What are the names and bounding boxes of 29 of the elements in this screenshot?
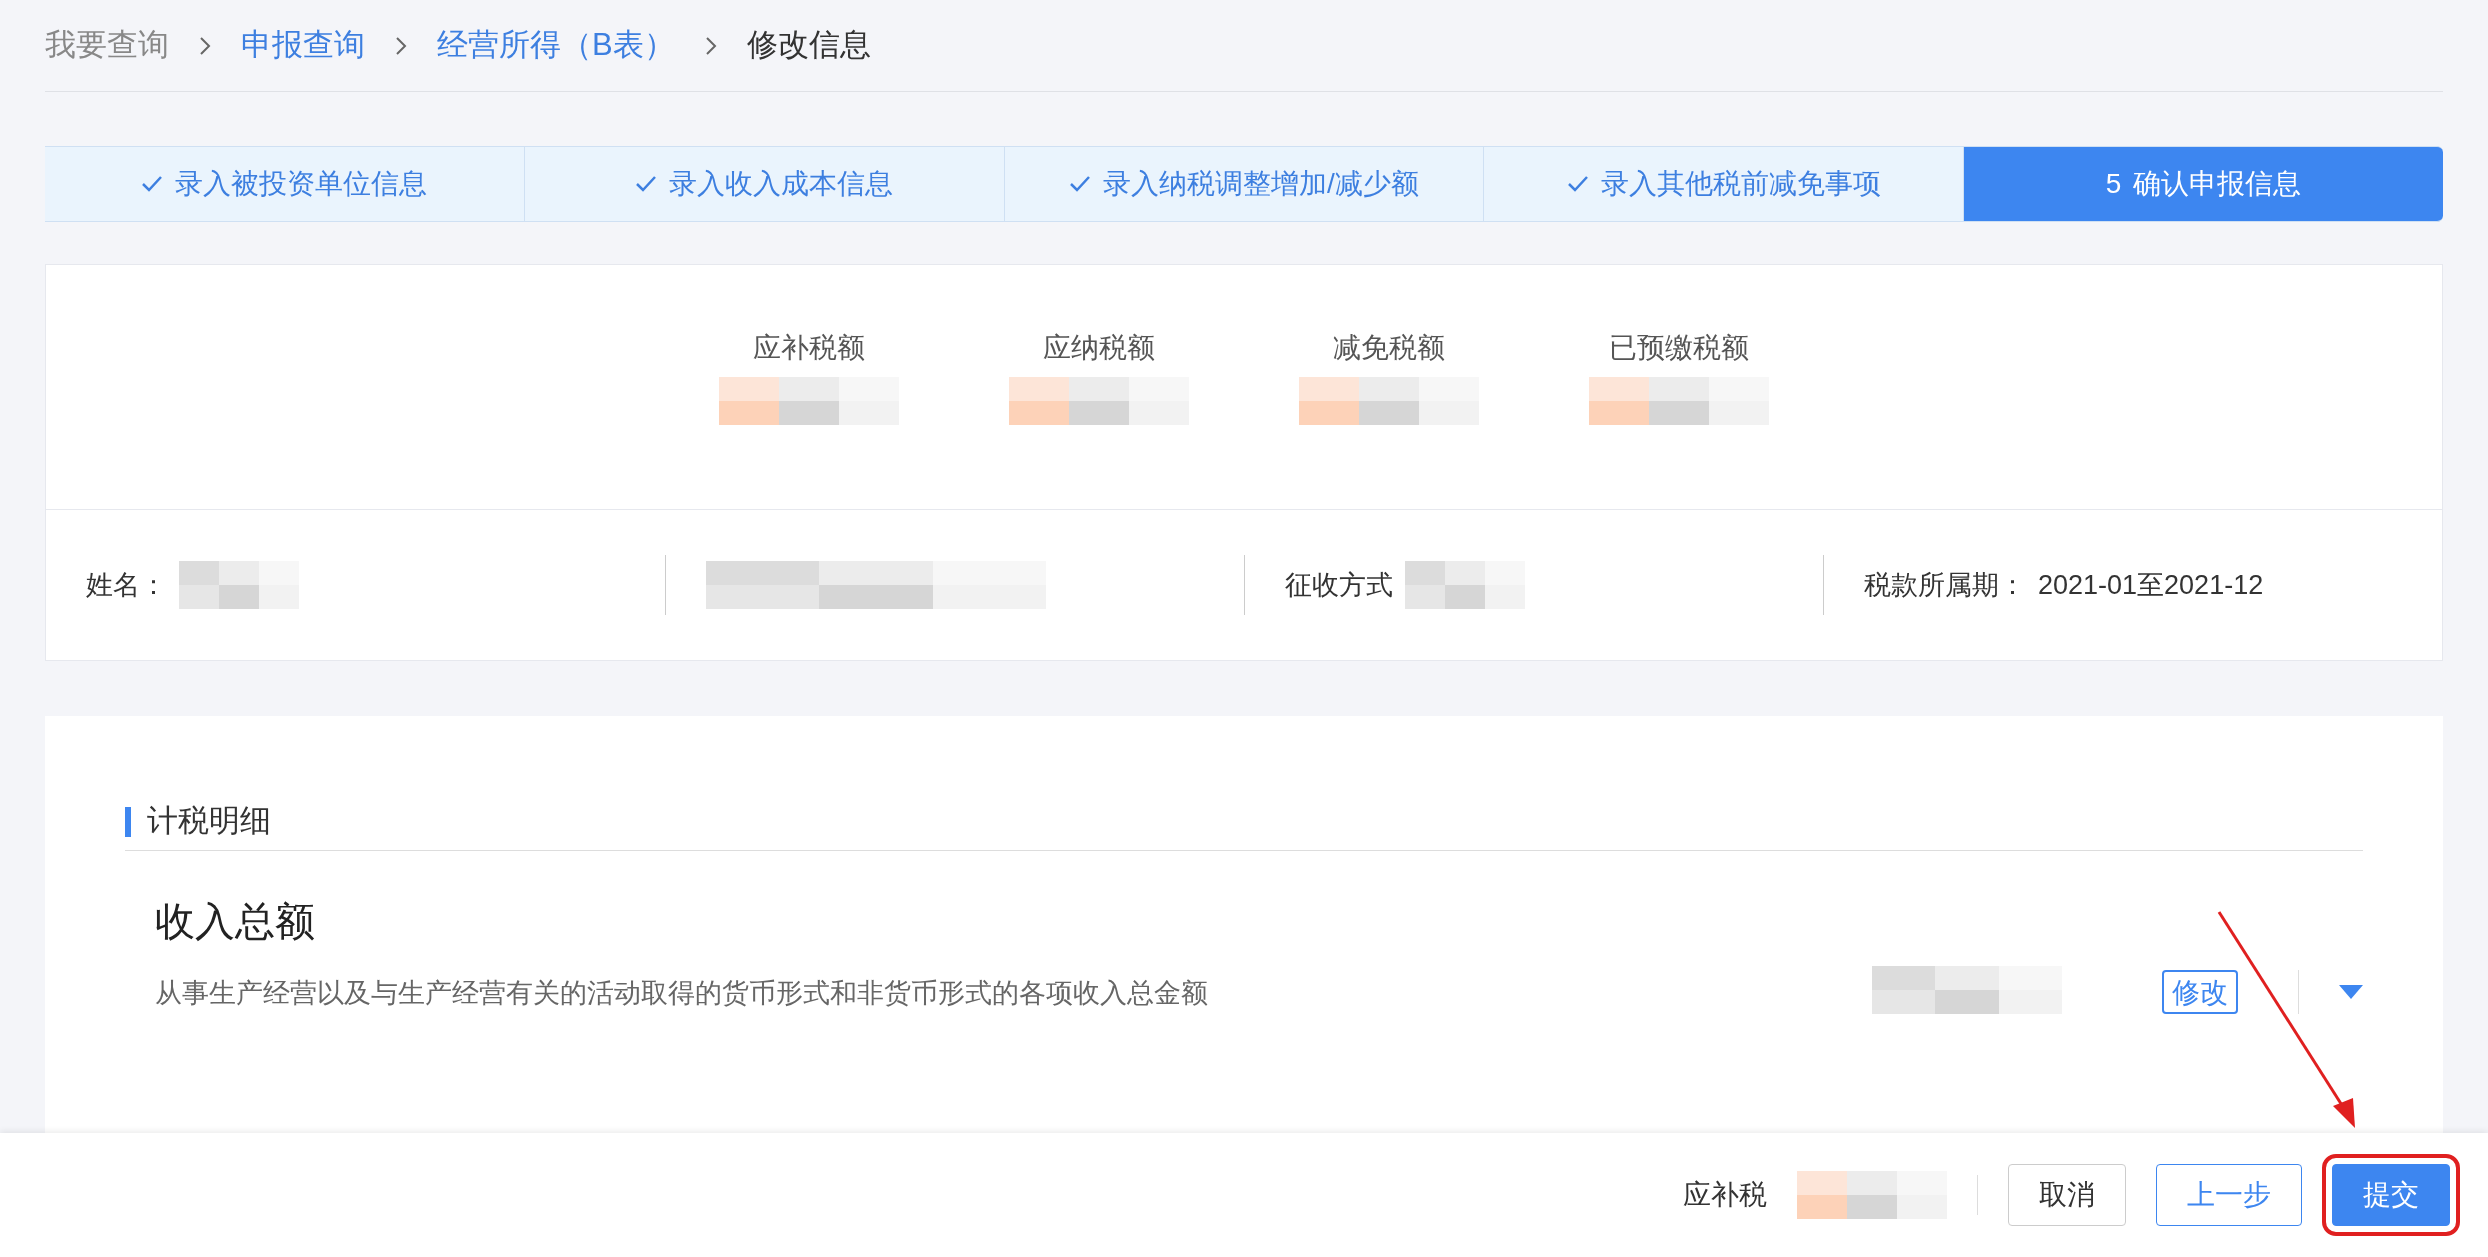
- chevron-icon: [704, 35, 717, 56]
- info-label: 税款所属期：: [1864, 568, 2026, 602]
- summary-label: 已预缴税额: [1609, 331, 1749, 365]
- footer-button[interactable]: 上一步: [2156, 1164, 2302, 1226]
- step-tab[interactable]: 录入纳税调整增加/减少额: [1004, 146, 1485, 222]
- footer-button[interactable]: 取消: [2008, 1164, 2126, 1226]
- chevron-icon: [199, 35, 211, 56]
- breadcrumb-current: 修改信息: [746, 26, 871, 65]
- step-tab[interactable]: 5 确认申报信息: [1964, 146, 2443, 222]
- step-tab[interactable]: 录入收入成本信息: [524, 146, 1005, 222]
- summary-label: 应补税额: [753, 331, 865, 365]
- info-label: 征收方式: [1285, 568, 1393, 602]
- breadcrumb-link[interactable]: 经营所得（B表）: [437, 22, 675, 69]
- info-label: 姓名：: [86, 568, 167, 602]
- step-tab[interactable]: 录入被投资单位信息: [45, 146, 525, 222]
- info-value: 2021-01至2021-12: [2038, 568, 2264, 602]
- chevron-icon: [395, 35, 407, 56]
- summary-label: 应纳税额: [1043, 331, 1155, 365]
- item-title: 收入总额: [155, 898, 316, 945]
- summary-label: 减免税额: [1333, 331, 1445, 365]
- expand-icon[interactable]: [2339, 984, 2363, 999]
- item-description: 从事生产经营以及与生产经营有关的活动取得的货币形式和非货币形式的各项收入总金额: [155, 977, 1209, 1010]
- section-marker: [125, 806, 131, 837]
- edit-button[interactable]: 修改: [2162, 969, 2238, 1014]
- footer-label: 应补税: [1683, 1178, 1767, 1212]
- section-title: 计税明细: [147, 802, 271, 841]
- breadcrumb-link[interactable]: 申报查询: [241, 22, 365, 69]
- breadcrumb-link[interactable]: 我要查询: [45, 22, 169, 69]
- step-tab[interactable]: 录入其他税前减免事项: [1484, 146, 1965, 222]
